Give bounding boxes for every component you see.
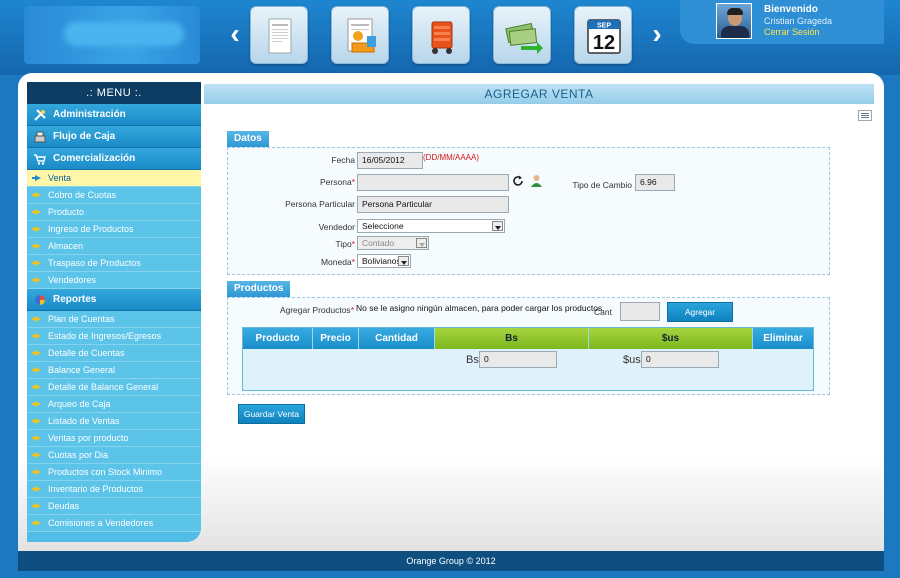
welcome-label: Bienvenido [764,4,818,15]
persona-particular-input[interactable]: Persona Particular [357,196,509,213]
refresh-icon[interactable] [512,175,524,187]
section-reportes[interactable]: Reportes [27,289,201,311]
invoice-tile[interactable] [331,6,389,64]
menu-item-listado-de-ventas[interactable]: Listado de Ventas [27,413,201,430]
section-administracion[interactable]: Administración [27,104,201,126]
total-bs-label: Bs [466,354,479,366]
cart-icon [34,154,46,165]
col-eliminar: Eliminar [753,328,813,349]
footer: Orange Group © 2012 [18,551,884,571]
cash-register-icon [34,131,46,143]
moneda-select[interactable]: Bolivianos [357,254,411,268]
vendedor-select[interactable]: Seleccione [357,219,505,233]
datos-section-tab: Datos [227,131,269,147]
menu-item-inventario-de-productos[interactable]: Inventario de Productos [27,481,201,498]
col-precio: Precio [313,328,359,349]
agregar-productos-label: Agregar Productos* [279,305,354,315]
datos-panel [227,147,830,275]
chevron-left-icon[interactable]: ‹ [225,18,245,50]
agregar-button[interactable]: Agregar [667,302,733,322]
receipt-icon [268,18,292,54]
invoice-icon [347,18,376,53]
menu-item-venta[interactable]: Venta [27,170,201,187]
menu-item-productos-stock-minimo[interactable]: Productos con Stock Minimo [27,464,201,481]
calendar-tile[interactable]: SEP 12 [574,6,632,64]
cant-label: Cant [594,307,612,317]
user-box: Bienvenido Cristian Grageda Cerrar Sesió… [680,0,884,44]
no-almacen-message: No se le asigno ningún almacen, para pod… [356,303,605,313]
menu-item-detalle-de-cuentas[interactable]: Detalle de Cuentas [27,345,201,362]
menu-item-detalle-balance-general[interactable]: Detalle de Balance General [27,379,201,396]
receipt-tile[interactable] [250,6,308,64]
fecha-format-hint: (DD/MM/AAAA) [423,153,479,162]
list-view-icon[interactable] [858,110,872,121]
tools-icon [34,109,46,121]
chevron-down-icon [492,221,503,231]
sidebar-menu: .: MENU :. Administración Flujo de Caja … [27,82,201,542]
menu-item-deudas[interactable]: Deudas [27,498,201,515]
menu-item-ingreso-de-productos[interactable]: Ingreso de Productos [27,221,201,238]
user-name: Cristian Grageda [764,16,833,26]
vendedor-label: Vendedor [318,222,355,232]
total-us-label: $us [623,354,641,366]
calendar-icon: SEP 12 [587,19,621,54]
chevron-down-icon [416,238,427,248]
fecha-input[interactable]: 16/05/2012 [357,152,423,169]
cant-input[interactable] [620,302,660,321]
svg-text:SEP: SEP [597,23,611,30]
persona-input[interactable] [357,174,509,191]
cash-tile[interactable] [493,6,551,64]
section-comercializacion[interactable]: Comercialización [27,148,201,170]
tipo-cambio-label: Tipo de Cambio [572,180,632,190]
menu-item-cobro-de-cuotas[interactable]: Cobro de Cuotas [27,187,201,204]
app-header: ‹ SEP 12 › Bienvenido Cristian Grageda C… [0,0,900,75]
productos-section-tab: Productos [227,281,291,297]
page-title: AGREGAR VENTA [204,84,874,104]
tipo-label: Tipo* [335,239,355,249]
add-person-icon[interactable] [530,174,543,187]
col-cantidad: Cantidad [359,328,435,349]
company-logo[interactable] [24,6,200,64]
menu-item-vendedores[interactable]: Vendedores [27,272,201,289]
shopping-cart-icon [431,21,453,54]
persona-label: Persona* [320,177,355,187]
chevron-right-icon[interactable]: › [647,18,667,50]
menu-item-producto[interactable]: Producto [27,204,201,221]
menu-item-cuotas-por-dia[interactable]: Cuotas por Dia [27,447,201,464]
fecha-label: Fecha [331,155,355,165]
persona-particular-label: Persona Particular [285,199,355,209]
logout-link[interactable]: Cerrar Sesión [764,27,820,37]
menu-item-balance-general[interactable]: Balance General [27,362,201,379]
cash-icon [505,22,543,54]
pie-chart-icon [35,295,45,305]
tipo-select[interactable]: Contado [357,236,429,250]
total-bs-input[interactable]: 0 [479,351,557,368]
menu-item-ventas-por-producto[interactable]: Ventas por producto [27,430,201,447]
menu-item-traspaso-de-productos[interactable]: Traspaso de Productos [27,255,201,272]
menu-item-almacen[interactable]: Almacen [27,238,201,255]
svg-text:12: 12 [593,32,615,54]
col-bs: Bs [435,328,589,349]
menu-item-plan-de-cuentas[interactable]: Plan de Cuentas [27,311,201,328]
menu-title: .: MENU :. [27,82,201,104]
shopping-cart-tile[interactable] [412,6,470,64]
col-us: $us [589,328,753,349]
section-flujo-de-caja[interactable]: Flujo de Caja [27,126,201,148]
menu-item-arqueo-de-caja[interactable]: Arqueo de Caja [27,396,201,413]
col-producto: Producto [243,328,313,349]
menu-item-estado-ingresos-egresos[interactable]: Estado de Ingresos/Egresos [27,328,201,345]
total-us-input[interactable]: 0 [641,351,719,368]
guardar-venta-button[interactable]: Guardar Venta [238,404,305,424]
avatar [716,3,752,39]
menu-item-comisiones-a-vendedores[interactable]: Comisiones a Vendedores [27,515,201,532]
chevron-down-icon [398,256,409,266]
moneda-label: Moneda* [320,257,355,267]
tipo-cambio-input[interactable]: 6.96 [635,174,675,191]
